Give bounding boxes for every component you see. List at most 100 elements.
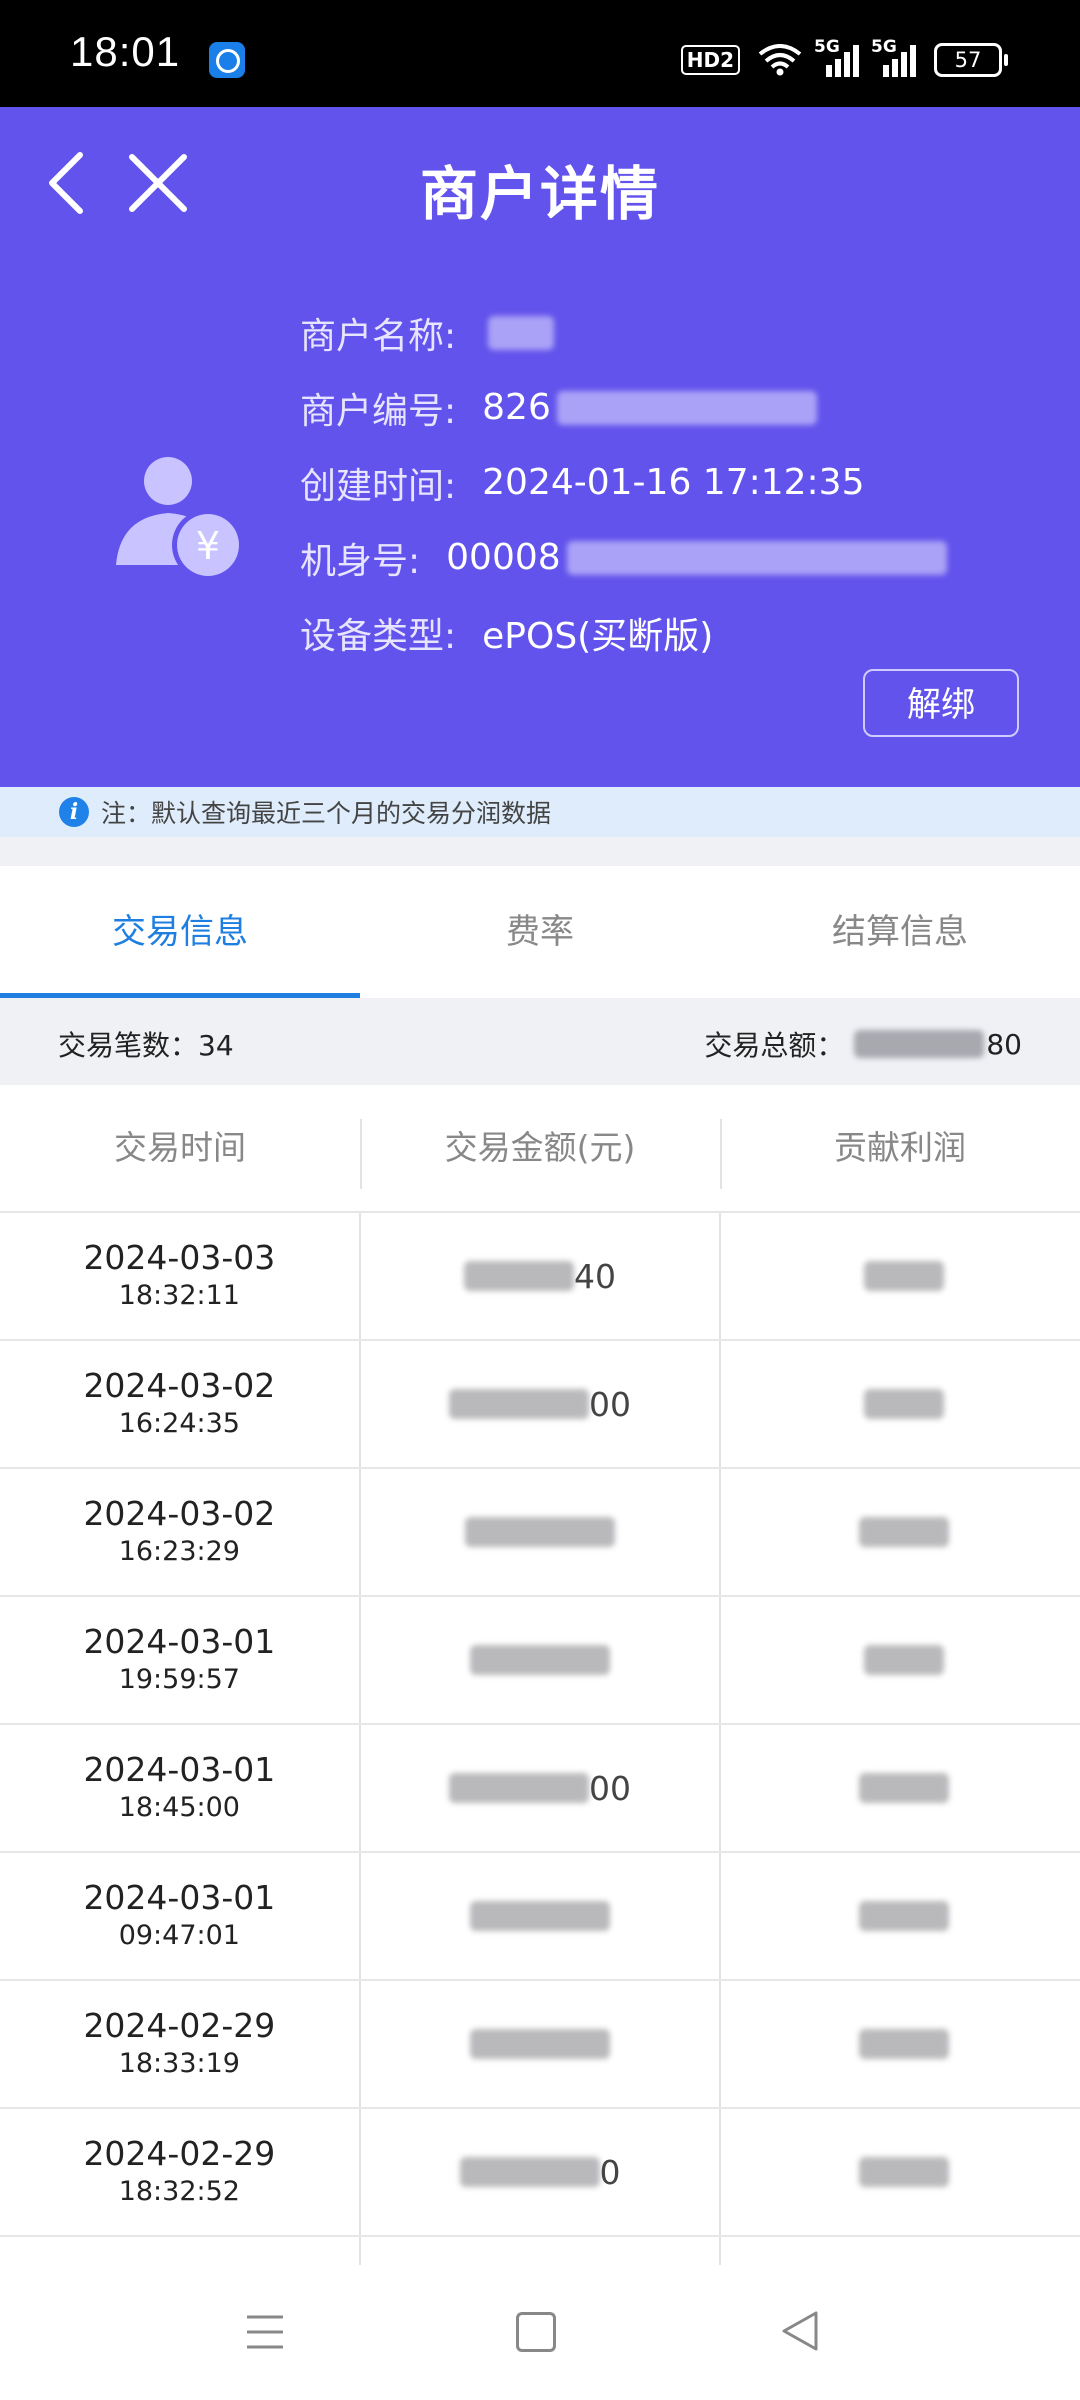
cell-amount	[358, 1469, 720, 1595]
cell-time: 2024-03-01 09:47:01	[0, 1853, 359, 1979]
tab-settlement-info[interactable]: 结算信息	[720, 866, 1080, 998]
amount-redacted	[470, 1901, 610, 1931]
created-time-label: 创建时间:	[300, 465, 457, 507]
cell-time: 2024-03-03 18:32:11	[0, 1213, 359, 1339]
merchant-name-label: 商户名称:	[300, 315, 457, 357]
transaction-date: 2024-03-01	[83, 1878, 276, 1917]
cell-time: 2024-03-01 19:59:57	[0, 1597, 359, 1723]
cell-profit	[719, 2109, 1080, 2235]
cell-amount: 00	[358, 1341, 720, 1467]
table-row: 2024-03-02 16:23:29	[0, 1469, 1080, 1597]
transaction-amount	[465, 1517, 615, 1547]
status-time: 18:01	[70, 28, 181, 75]
merchant-header: 商户详情 ¥ 商户名称: 商户编号: 826 创建时间: 2024-01-16 …	[0, 107, 1080, 787]
page-title: 商户详情	[419, 160, 660, 228]
transaction-time: 19:59:57	[118, 1664, 240, 1695]
profit-redacted	[858, 1901, 949, 1931]
amount-visible-digits: 0	[599, 2152, 621, 2192]
amount-redacted	[465, 1517, 615, 1547]
profit-redacted	[858, 1517, 949, 1547]
amount-visible-digits: 00	[589, 1768, 631, 1808]
wifi-icon	[758, 44, 802, 76]
table-row: 2024-03-01 09:47:01	[0, 1853, 1080, 1981]
device-id-row: 机身号: 00008	[300, 520, 947, 595]
section-divider	[0, 837, 1080, 866]
table-row: 2024-02-29 18:32:52 0	[0, 2109, 1080, 2237]
profit-redacted	[858, 2157, 949, 2187]
cell-profit	[719, 1469, 1080, 1595]
amount-redacted	[464, 1261, 574, 1291]
svg-text:¥: ¥	[196, 524, 220, 568]
unbind-button[interactable]: 解绑	[863, 669, 1019, 737]
cell-amount	[358, 2237, 720, 2265]
cell-profit	[719, 1725, 1080, 1851]
cell-time: 2024-03-02 16:24:35	[0, 1341, 359, 1467]
merchant-name-redacted	[488, 315, 555, 350]
menu-icon[interactable]	[245, 2313, 285, 2351]
transaction-total-label: 交易总额：	[704, 1029, 845, 1062]
transaction-amount: 40	[464, 1257, 616, 1296]
cell-amount	[358, 1853, 720, 1979]
amount-redacted	[449, 1389, 589, 1419]
back-triangle-icon[interactable]	[780, 2309, 820, 2353]
system-nav-bar	[0, 2265, 1080, 2400]
battery-icon: 57	[934, 43, 1008, 77]
table-row: 2024-02-29 18:33:19	[0, 1981, 1080, 2109]
cell-amount: 00	[358, 1725, 720, 1851]
cell-profit	[719, 1213, 1080, 1339]
profit-redacted	[858, 2029, 949, 2059]
device-type-value: ePOS(买断版)	[482, 615, 714, 657]
table-row: 2024-03-02 16:24:35 00	[0, 1341, 1080, 1469]
cell-profit	[719, 1341, 1080, 1467]
cell-amount	[358, 1981, 720, 2107]
cell-profit	[719, 1597, 1080, 1723]
cell-time: 2024-02-29 18:32:52	[0, 2109, 359, 2235]
device-type-label: 设备类型:	[300, 615, 457, 657]
amount-visible-digits: 40	[574, 1256, 616, 1296]
home-square-icon[interactable]	[516, 2312, 556, 2352]
tab-bar: 交易信息 费率 结算信息	[0, 866, 1080, 999]
amount-redacted	[459, 2157, 600, 2187]
device-id-label: 机身号:	[300, 540, 421, 582]
status-bar: 18:01 HD2 5G 5G 57	[0, 0, 1080, 107]
transaction-amount	[470, 2029, 610, 2059]
amount-redacted	[449, 1773, 589, 1803]
merchant-yuan-icon: ¥	[116, 457, 244, 581]
info-icon: i	[59, 797, 89, 827]
table-row: 2024-02-29	[0, 2237, 1080, 2265]
status-icons: HD2 5G 5G 57	[680, 37, 1008, 80]
transaction-summary: 交易笔数：34 交易总额： 80	[0, 998, 1080, 1085]
notice-text: 注：默认查询最近三个月的交易分润数据	[101, 799, 552, 828]
amount-visible-digits: 00	[589, 1384, 631, 1424]
cell-time: 2024-02-29 18:33:19	[0, 1981, 359, 2107]
transaction-time: 18:32:52	[118, 2176, 240, 2207]
table-row: 2024-03-01 19:59:57	[0, 1597, 1080, 1725]
cell-profit	[719, 1981, 1080, 2107]
table-header: 交易时间 交易金额(元) 贡献利润	[0, 1085, 1080, 1213]
transaction-total-redacted	[854, 1030, 985, 1058]
signal-sim1-icon: 5G	[814, 37, 859, 77]
column-header-profit: 贡献利润	[720, 1085, 1080, 1211]
transaction-time: 18:33:19	[118, 2048, 240, 2079]
tab-rate[interactable]: 费率	[360, 866, 720, 998]
merchant-number-row: 商户编号: 826	[300, 370, 947, 445]
created-time-value: 2024-01-16 17:12:35	[482, 462, 865, 503]
cell-amount	[358, 1597, 720, 1723]
amount-redacted	[470, 2029, 610, 2059]
cell-time: 2024-03-01 18:45:00	[0, 1725, 359, 1851]
profit-redacted	[863, 1389, 944, 1419]
device-type-row: 设备类型: ePOS(买断版)	[300, 595, 947, 670]
column-header-amount: 交易金额(元)	[360, 1085, 720, 1211]
transaction-time: 16:23:29	[118, 1536, 240, 1567]
table-body: 2024-03-03 18:32:11 40 2024-03-02 16:24:35 00…	[0, 1213, 1080, 2265]
amount-redacted	[470, 1645, 610, 1675]
merchant-number-redacted	[556, 390, 817, 425]
tab-transaction-info[interactable]: 交易信息	[0, 866, 360, 999]
transaction-time: 18:45:00	[118, 1792, 240, 1823]
cell-profit	[719, 1853, 1080, 1979]
profit-redacted	[863, 1261, 944, 1291]
profit-redacted	[858, 1773, 949, 1803]
cell-amount: 40	[358, 1213, 720, 1339]
transaction-amount	[470, 1645, 610, 1675]
transaction-date: 2024-02-29	[83, 2134, 276, 2173]
